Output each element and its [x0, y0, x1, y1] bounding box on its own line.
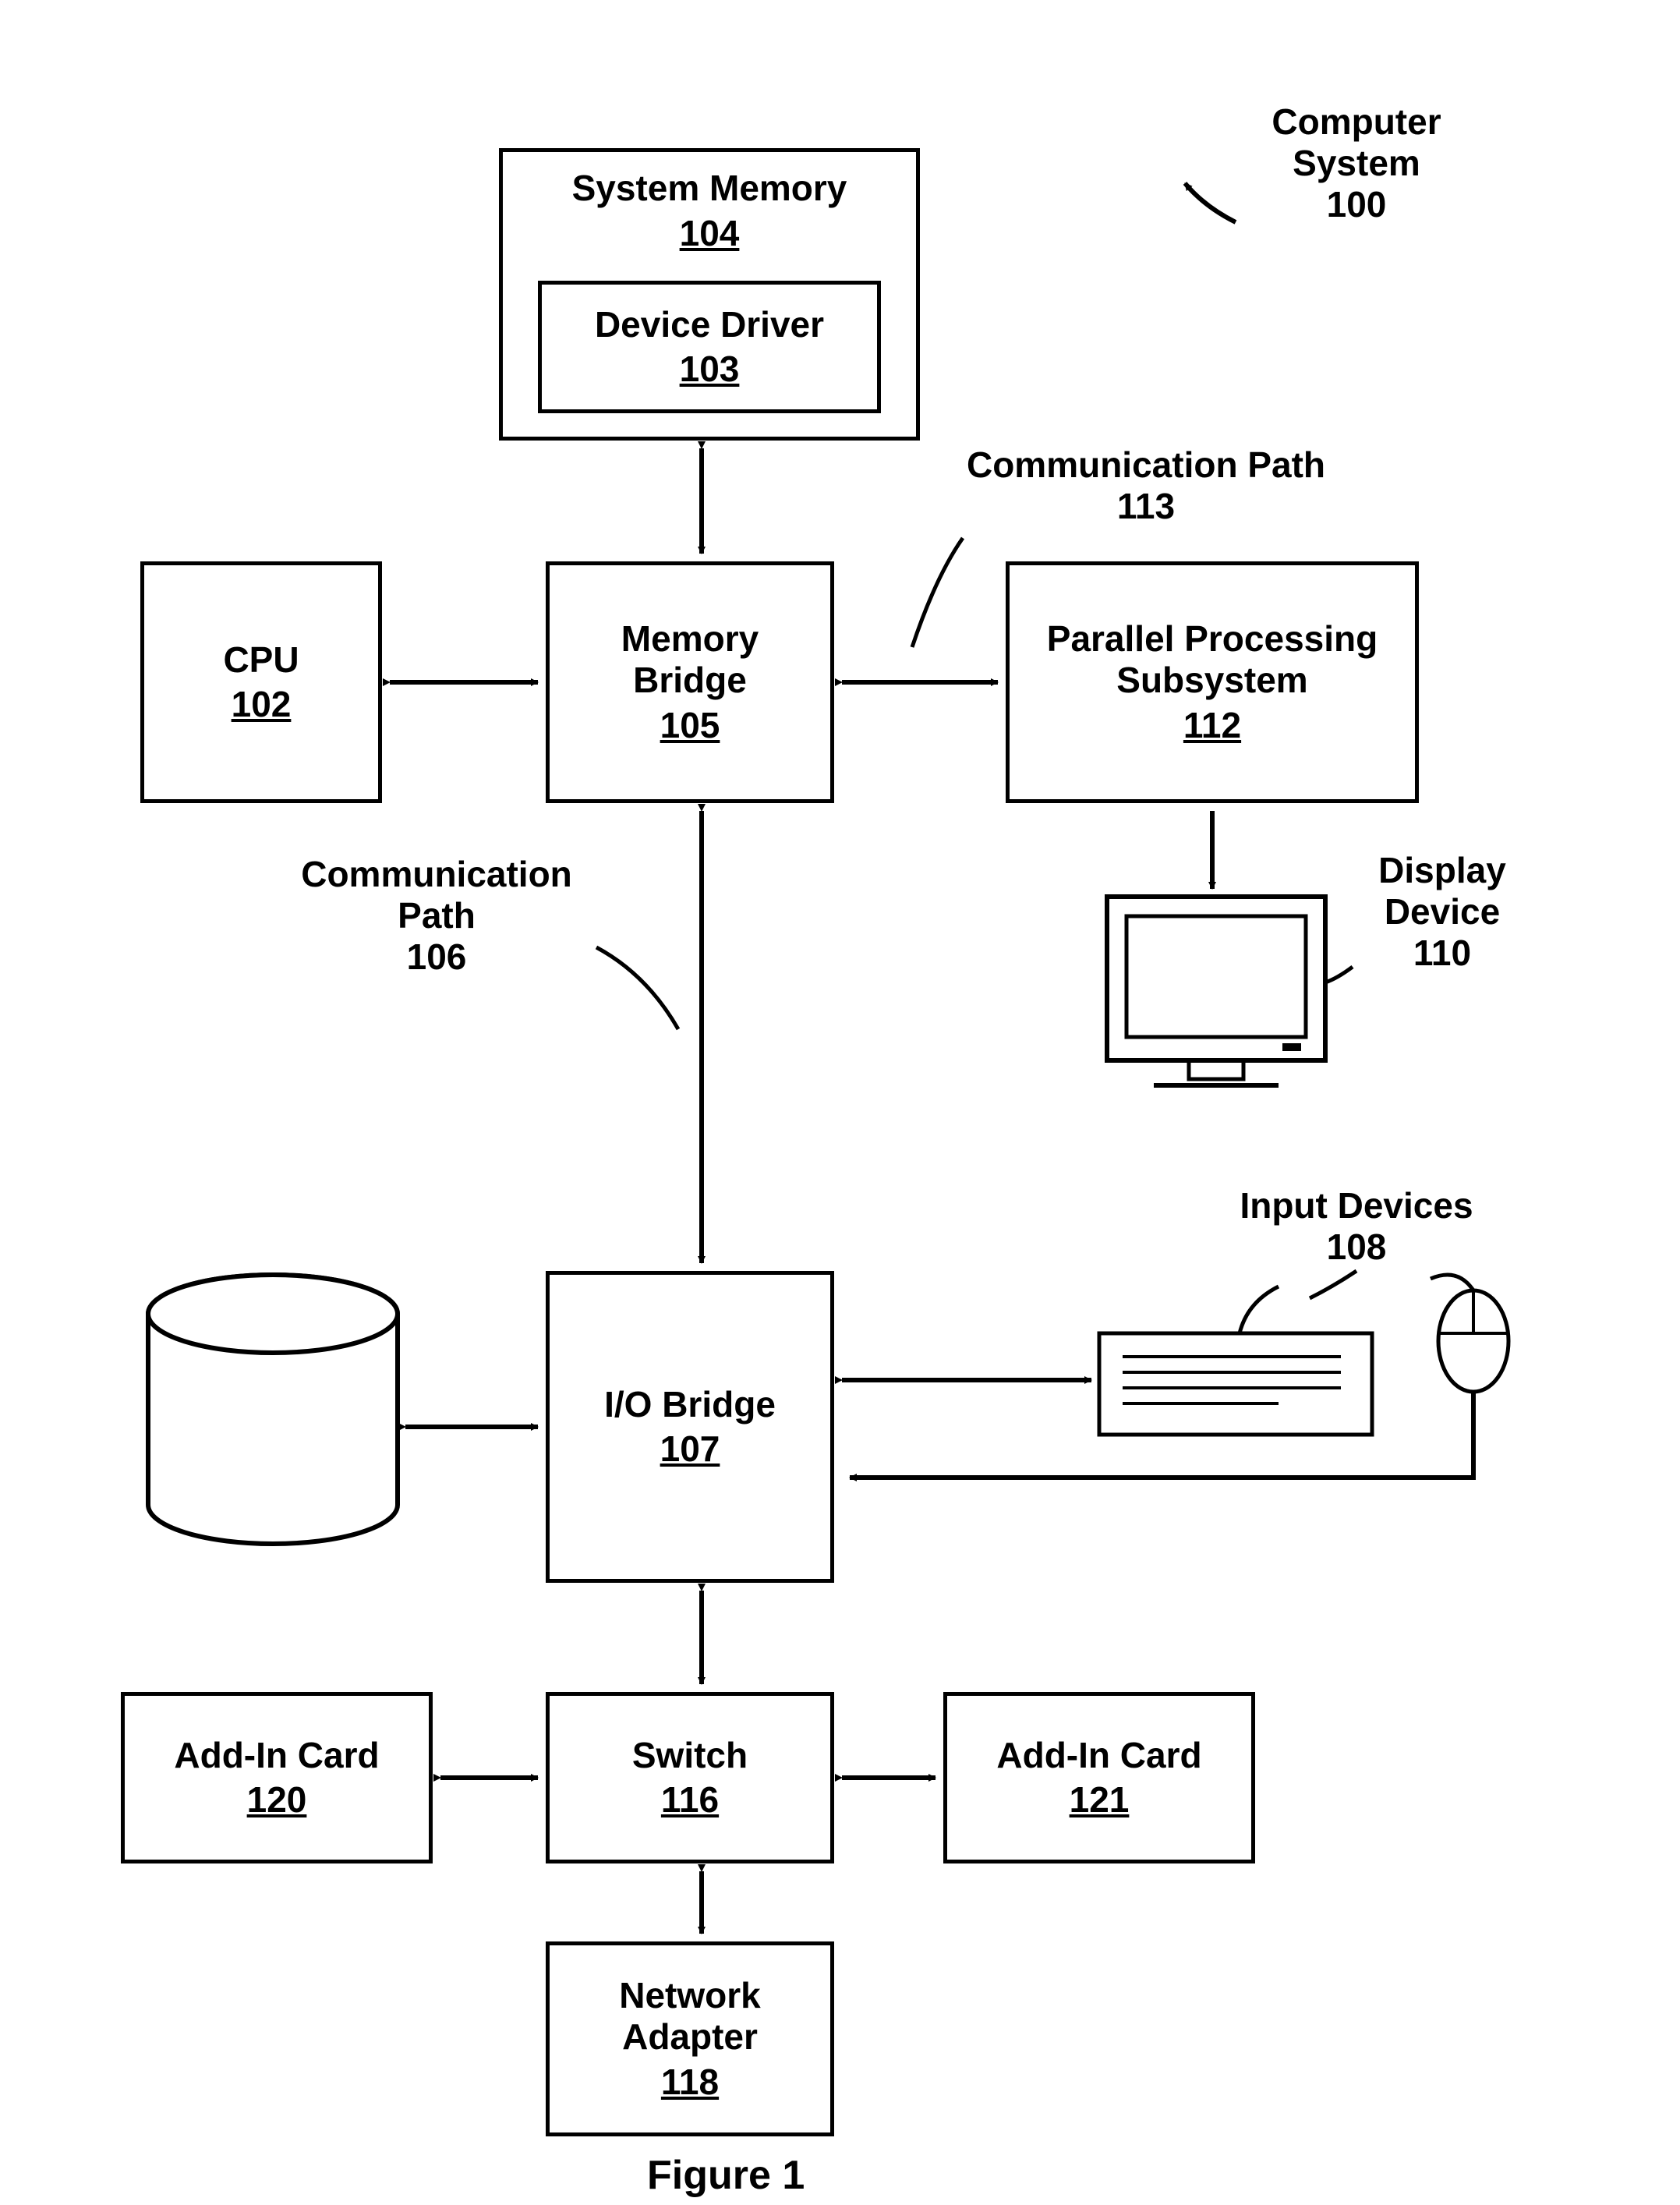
box-device-driver: Device Driver 103 — [538, 281, 881, 413]
num-device-driver: 103 — [680, 348, 740, 390]
num-switch: 116 — [661, 1779, 719, 1821]
label-addin-120: Add-In Card — [174, 1735, 379, 1776]
label-io-bridge: I/O Bridge — [604, 1384, 776, 1425]
label-net-2: Adapter — [622, 2016, 758, 2058]
num-io-bridge: 107 — [660, 1428, 720, 1470]
label-pps-1: Parallel Processing — [1047, 618, 1378, 660]
label-cpu: CPU — [223, 639, 299, 681]
leader-input — [1310, 1271, 1356, 1298]
box-memory-bridge: Memory Bridge 105 — [546, 561, 834, 803]
title-computer-system: Computer System 100 — [1201, 101, 1512, 225]
leader-cp113 — [912, 538, 963, 647]
diagram-canvas: System Memory 104 Device Driver 103 CPU … — [0, 0, 1680, 2205]
label-addin-121: Add-In Card — [996, 1735, 1201, 1776]
box-net-adapter: Network Adapter 118 — [546, 1941, 834, 2136]
label-display-device: Display Device 110 — [1341, 850, 1544, 974]
num-net: 118 — [661, 2061, 719, 2103]
conn-mouse-iobridge — [850, 1392, 1473, 1478]
label-system-disk: System Disk 114 — [175, 1349, 378, 1473]
label-memory-bridge-2: Bridge — [633, 660, 747, 701]
label-device-driver: Device Driver — [595, 304, 824, 345]
label-input-devices: Input Devices 108 — [1201, 1185, 1512, 1268]
box-addin-121: Add-In Card 121 — [943, 1692, 1255, 1863]
num-pps: 112 — [1183, 704, 1241, 746]
box-switch: Switch 116 — [546, 1692, 834, 1863]
keyboard-cable — [1240, 1287, 1279, 1333]
num-cpu: 102 — [232, 683, 292, 725]
num-addin-120: 120 — [247, 1779, 307, 1821]
label-comm-path-106: Communication Path 106 — [273, 854, 600, 978]
mouse-icon — [1431, 1275, 1508, 1392]
box-io-bridge: I/O Bridge 107 — [546, 1271, 834, 1583]
keyboard-icon — [1099, 1333, 1372, 1435]
num-system-memory: 104 — [680, 212, 740, 254]
label-system-memory: System Memory — [572, 168, 847, 209]
display-icon — [1107, 897, 1325, 1085]
num-addin-121: 121 — [1070, 1779, 1130, 1821]
num-memory-bridge: 105 — [660, 704, 720, 746]
label-comm-path-113: Communication Path 113 — [943, 444, 1349, 527]
label-memory-bridge-1: Memory — [621, 618, 759, 660]
label-switch: Switch — [632, 1735, 748, 1776]
label-net-1: Network — [619, 1975, 760, 2016]
figure-caption: Figure 1 — [647, 2152, 805, 2199]
box-pps: Parallel Processing Subsystem 112 — [1006, 561, 1419, 803]
box-cpu: CPU 102 — [140, 561, 382, 803]
leader-cp106 — [596, 947, 678, 1029]
label-pps-2: Subsystem — [1116, 660, 1307, 701]
box-addin-120: Add-In Card 120 — [121, 1692, 433, 1863]
